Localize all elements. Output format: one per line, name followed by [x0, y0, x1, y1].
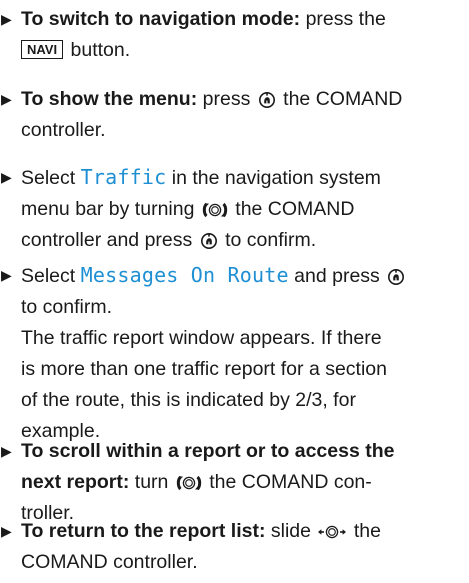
triangle-right-icon: ▶	[1, 91, 12, 107]
navi-key-label: NAVI	[21, 40, 64, 59]
controller-slide-left-right-icon	[318, 525, 347, 539]
step-text: Select	[21, 167, 81, 189]
step-text: slide	[265, 520, 311, 542]
step-result: is more than one traffic report for a se…	[21, 358, 387, 380]
step-text: COMAND controller.	[21, 551, 198, 573]
step-lead: next report:	[21, 471, 130, 493]
step-text: the	[348, 520, 381, 542]
menu-term-messages-on-route: Messages On Route	[80, 263, 289, 287]
step-select-messages-on-route: ▶ Select Messages On Route and press to …	[0, 260, 465, 447]
controller-press-icon	[258, 92, 275, 108]
step-result: The traffic report window appears. If th…	[21, 327, 382, 349]
controller-turn-icon	[202, 201, 228, 219]
step-result: of the route, this is indicated by 2/3, …	[21, 389, 356, 411]
step-select-traffic: ▶ Select Traffic in the navigation syste…	[0, 162, 465, 256]
step-lead: To scroll within a report or to access t…	[21, 440, 395, 462]
controller-turn-icon	[176, 474, 201, 492]
step-text: turn	[129, 471, 169, 493]
step-text: controller.	[21, 119, 106, 141]
step-show-menu: ▶ To show the menu: press the COMAND cont…	[0, 84, 465, 146]
step-text: Select	[21, 265, 81, 287]
step-text: controller and press	[21, 229, 193, 251]
triangle-right-icon: ▶	[1, 11, 12, 27]
triangle-right-icon: ▶	[1, 169, 12, 185]
step-switch-navigation: ▶ To switch to navigation mode: press th…	[0, 4, 465, 66]
step-text: the COMAND con-	[203, 471, 372, 493]
step-lead: To switch to navigation mode:	[21, 8, 301, 30]
step-lead: To return to the report list:	[21, 520, 266, 542]
step-text: press	[197, 88, 251, 110]
triangle-right-icon: ▶	[1, 523, 12, 539]
step-text: to confirm.	[21, 296, 113, 318]
step-text: the COMAND	[229, 198, 355, 220]
controller-press-icon	[388, 268, 405, 286]
controller-press-icon	[200, 233, 217, 249]
triangle-right-icon: ▶	[1, 267, 12, 283]
triangle-right-icon: ▶	[1, 443, 12, 459]
step-text: the COMAND	[277, 88, 403, 110]
step-text: menu bar by turning	[21, 198, 195, 220]
step-return-report-list: ▶ To return to the report list: slide th…	[0, 516, 465, 578]
step-text: to confirm.	[219, 229, 317, 251]
step-lead: To show the menu:	[21, 88, 198, 110]
step-text: press the	[300, 8, 386, 30]
step-text: in the navigation system	[166, 167, 381, 189]
menu-term-traffic: Traffic	[80, 165, 167, 189]
instruction-page: ▶ To switch to navigation mode: press th…	[0, 0, 469, 583]
step-text: button.	[65, 39, 131, 61]
step-text: and press	[288, 265, 380, 287]
